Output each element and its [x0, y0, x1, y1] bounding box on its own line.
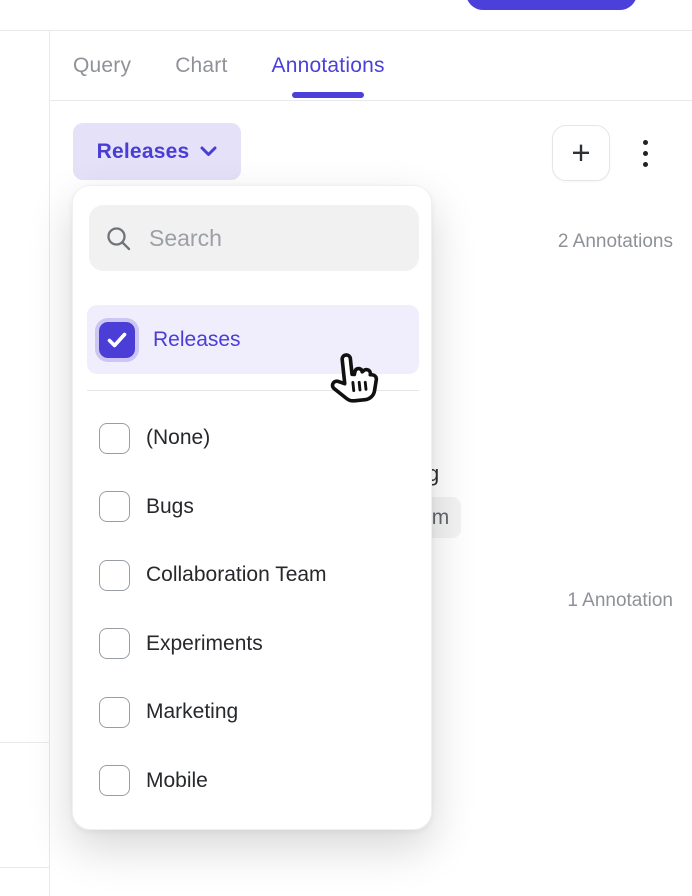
filter-option-label: Mobile	[146, 769, 208, 793]
annotations-count-top: 2 Annotations	[558, 231, 673, 253]
checkbox-checked[interactable]	[99, 322, 135, 358]
filter-option-list: (None) Bugs Collaboration Team Experimen…	[87, 404, 419, 815]
add-annotation-button[interactable]: +	[552, 125, 610, 181]
kebab-menu-icon	[643, 162, 648, 167]
tab-chart[interactable]: Chart	[175, 31, 227, 100]
filter-option-label: Marketing	[146, 700, 238, 724]
filter-option-label: Releases	[153, 328, 241, 352]
annotations-page: Query Chart Annotations Releases + 2 Ann…	[0, 0, 692, 896]
search-input[interactable]	[147, 224, 419, 253]
checkbox-unchecked[interactable]	[99, 491, 130, 522]
primary-action-button[interactable]	[466, 0, 637, 10]
filter-option-label: Experiments	[146, 632, 263, 656]
active-tab-indicator	[292, 92, 364, 98]
filter-option-label: Bugs	[146, 495, 194, 519]
left-panel-row-divider	[0, 742, 49, 743]
releases-filter-button[interactable]: Releases	[73, 123, 241, 180]
filter-option-collaboration-team[interactable]: Collaboration Team	[87, 541, 419, 610]
checkbox-unchecked[interactable]	[99, 765, 130, 796]
filter-option-mobile[interactable]: Mobile	[87, 747, 419, 816]
filter-option-experiments[interactable]: Experiments	[87, 610, 419, 679]
plus-icon: +	[571, 136, 590, 169]
tab-query[interactable]: Query	[73, 31, 131, 100]
filter-option-bugs[interactable]: Bugs	[87, 473, 419, 542]
releases-filter-label: Releases	[97, 140, 190, 164]
checkbox-unchecked[interactable]	[99, 628, 130, 659]
filter-option-label: (None)	[146, 426, 210, 450]
annotations-count-bottom: 1 Annotation	[567, 590, 673, 612]
left-panel-row-divider	[0, 867, 49, 868]
filter-option-label: Collaboration Team	[146, 563, 327, 587]
overflow-menu-button[interactable]	[632, 129, 658, 177]
tab-annotations-label: Annotations	[272, 54, 385, 78]
checkbox-unchecked[interactable]	[99, 560, 130, 591]
checkbox-unchecked[interactable]	[99, 697, 130, 728]
tab-annotations[interactable]: Annotations	[272, 31, 385, 100]
tab-bar: Query Chart Annotations	[50, 31, 692, 101]
tab-query-label: Query	[73, 54, 131, 78]
search-icon	[105, 225, 132, 252]
dropdown-search-box[interactable]	[89, 205, 419, 271]
checkbox-focus-ring	[95, 318, 139, 362]
checkbox-unchecked[interactable]	[99, 423, 130, 454]
kebab-menu-icon	[643, 151, 648, 156]
chevron-down-icon	[200, 146, 217, 157]
left-panel-edge	[0, 31, 50, 896]
kebab-menu-icon	[643, 140, 648, 145]
filter-option-none[interactable]: (None)	[87, 404, 419, 473]
dropdown-divider	[87, 390, 419, 391]
releases-filter-dropdown: Releases (None) Bugs Collaboration Team …	[72, 185, 432, 830]
filter-option-marketing[interactable]: Marketing	[87, 678, 419, 747]
tab-chart-label: Chart	[175, 54, 227, 78]
filter-option-releases[interactable]: Releases	[87, 305, 419, 374]
checkmark-icon	[107, 332, 127, 348]
